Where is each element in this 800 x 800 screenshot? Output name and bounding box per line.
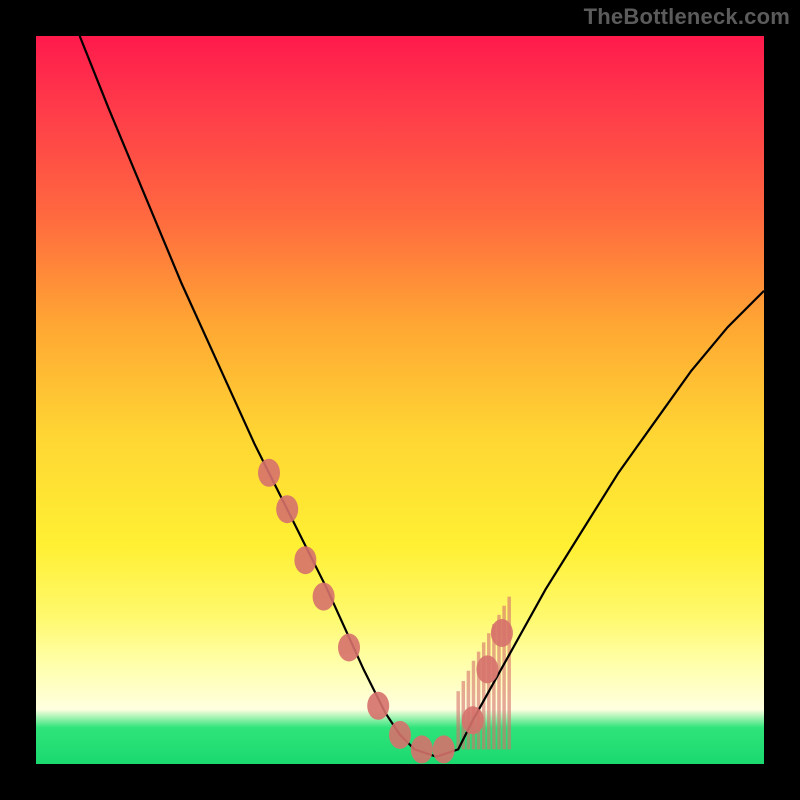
marker-group [258, 459, 513, 764]
watermark-text: TheBottleneck.com [584, 4, 790, 30]
marker-point [258, 459, 280, 487]
marker-point [367, 692, 389, 720]
marker-point [294, 546, 316, 574]
chart-svg [36, 36, 764, 764]
marker-point [411, 735, 433, 763]
marker-point [338, 634, 360, 662]
bottleneck-curve [80, 36, 764, 757]
marker-point [276, 495, 298, 523]
marker-point [433, 735, 455, 763]
marker-point [389, 721, 411, 749]
marker-point [462, 706, 484, 734]
marker-point [313, 583, 335, 611]
chart-frame: TheBottleneck.com [0, 0, 800, 800]
marker-point [476, 655, 498, 683]
marker-point [491, 619, 513, 647]
plot-area [36, 36, 764, 764]
